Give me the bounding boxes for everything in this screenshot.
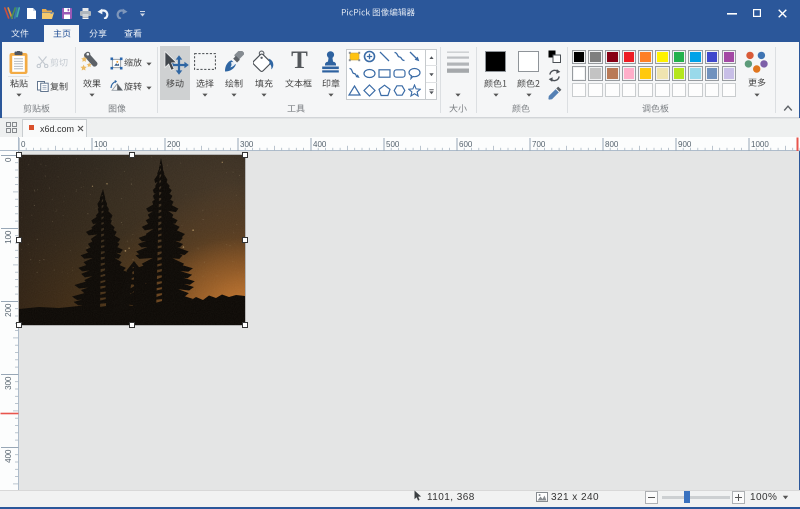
svg-text:0: 0 bbox=[4, 157, 13, 162]
svg-text:100: 100 bbox=[4, 230, 13, 244]
svg-text:200: 200 bbox=[4, 303, 13, 317]
svg-text:300: 300 bbox=[4, 376, 13, 390]
svg-text:400: 400 bbox=[4, 449, 13, 463]
